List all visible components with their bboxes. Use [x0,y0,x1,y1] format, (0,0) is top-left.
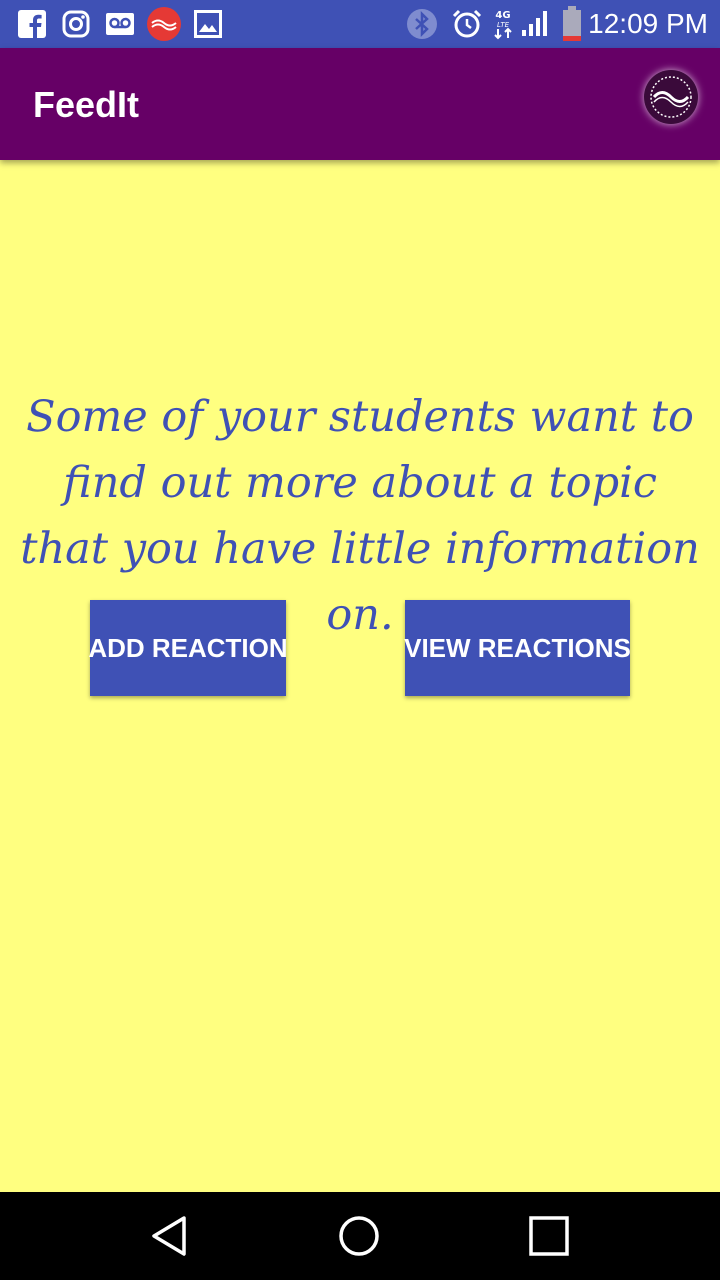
main-content: Some of your students want to find out m… [0,160,720,1192]
bluetooth-icon [407,9,437,39]
app-bar: FeedIt [0,48,720,160]
alarm-icon [452,9,482,38]
status-bar: 4G LTE 12:09 PM [0,0,720,48]
facebook-icon [18,10,46,38]
app-logo-icon[interactable] [644,70,698,124]
home-icon[interactable] [335,1212,383,1260]
app-title: FeedIt [33,84,140,125]
signal-icon [522,11,547,36]
battery-icon [563,6,581,41]
image-icon [194,10,222,38]
instagram-icon [62,10,90,38]
view-reactions-button[interactable]: VIEW REACTIONS [404,600,631,696]
status-time: 12:09 PM [588,8,708,39]
back-icon[interactable] [146,1212,194,1260]
navigation-bar [0,1192,720,1280]
network-type-label: 4G [495,10,510,21]
add-reaction-button[interactable]: ADD REACTION [88,600,288,696]
voicemail-icon [106,13,134,35]
recents-icon[interactable] [525,1212,573,1260]
app-notification-icon [147,7,181,41]
lte-data-icon: 4G LTE [494,10,512,40]
svg-text:LTE: LTE [497,21,510,29]
